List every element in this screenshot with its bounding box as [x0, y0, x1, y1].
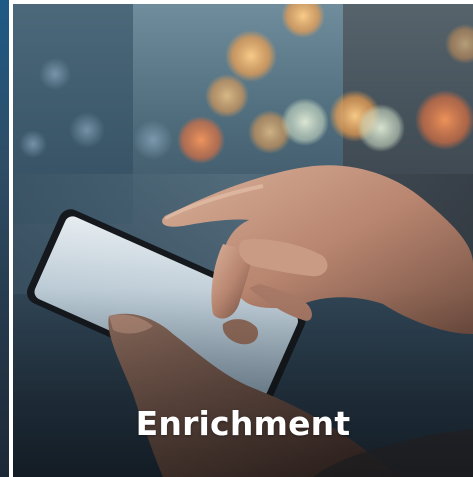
- adjacent-card-edge: [0, 0, 9, 477]
- enrichment-card[interactable]: Enrichment: [13, 4, 473, 477]
- card-title: Enrichment: [135, 404, 351, 443]
- page: Enrichment: [0, 0, 473, 477]
